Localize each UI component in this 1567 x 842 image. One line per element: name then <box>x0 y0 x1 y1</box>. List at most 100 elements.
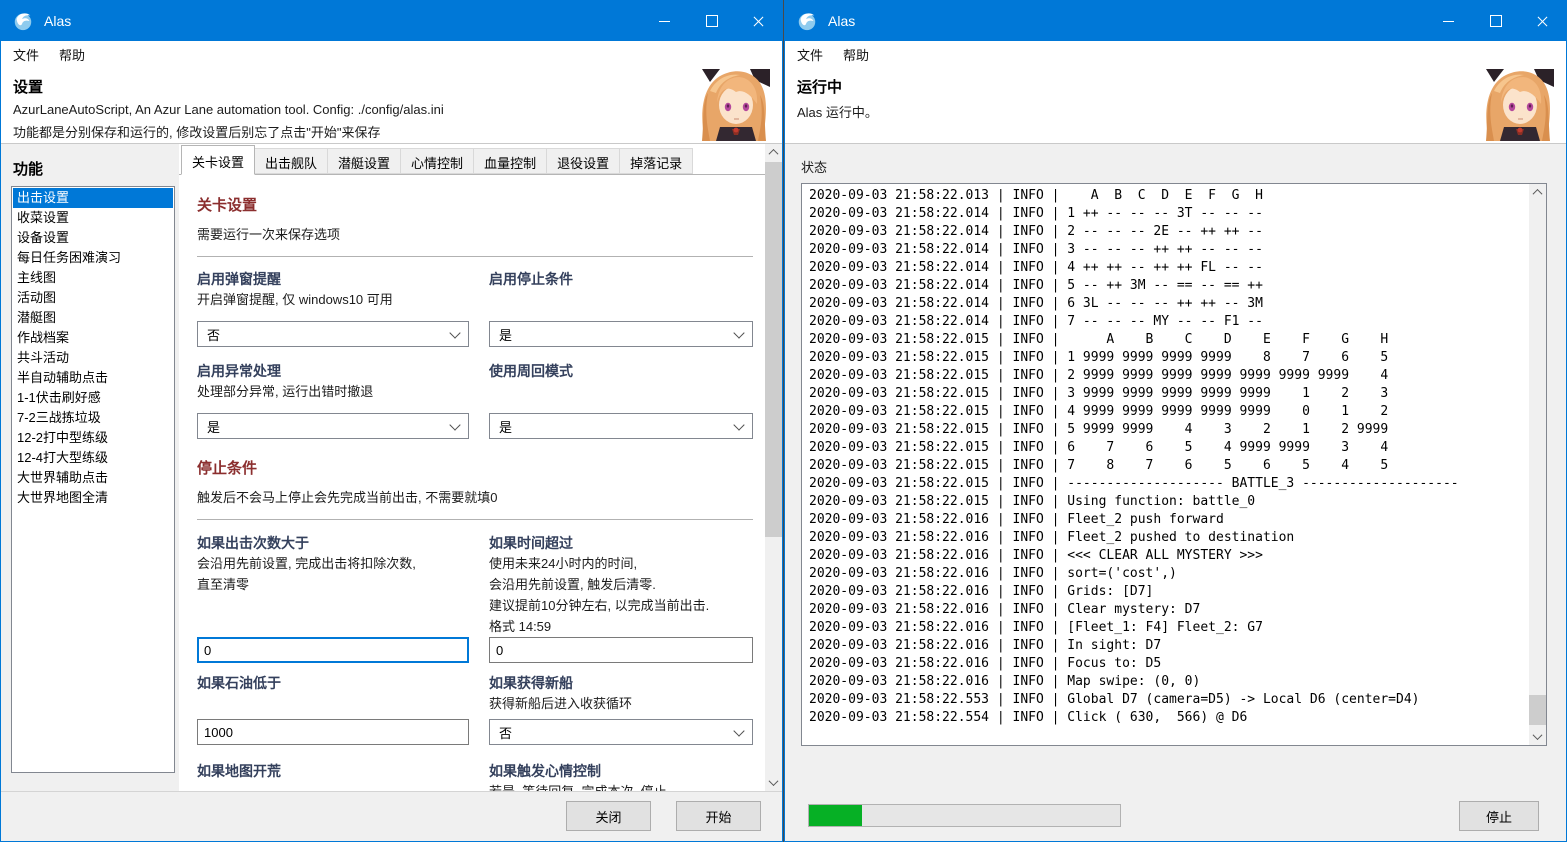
field-stop-condition: 启用停止条件 是 <box>489 269 753 289</box>
scrollbar-thumb[interactable] <box>765 162 782 537</box>
window-header: 设置 AzurLaneAutoScript, An Azur Lane auto… <box>1 68 782 144</box>
status-label: 状态 <box>801 157 827 176</box>
log-line: 2020-09-03 21:58:22.014 | INFO | 5 -- ++… <box>809 277 1526 295</box>
log-line: 2020-09-03 21:58:22.015 | INFO | 7 8 7 6… <box>809 457 1526 475</box>
tab[interactable]: 血量控制 <box>473 148 547 174</box>
field-desc: 处理部分异常, 运行出错时撤退 <box>197 381 469 402</box>
chevron-down-icon <box>449 419 460 430</box>
log-line: 2020-09-03 21:58:22.016 | INFO | Fleet_2… <box>809 511 1526 529</box>
progress-bar <box>808 804 1121 827</box>
log-line: 2020-09-03 21:58:22.014 | INFO | 1 ++ --… <box>809 205 1526 223</box>
field-label: 启用弹窗提醒 <box>197 269 469 289</box>
start-button[interactable]: 开始 <box>676 801 761 831</box>
function-sidebar: 功能 出击设置收菜设置设备设置每日任务困难演习主线图活动图潜艇图作战档案共斗活动… <box>1 144 179 791</box>
sortie-count-input[interactable] <box>197 637 469 663</box>
tab[interactable]: 心情控制 <box>400 148 474 174</box>
function-list[interactable]: 出击设置收菜设置设备设置每日任务困难演习主线图活动图潜艇图作战档案共斗活动半自动… <box>11 186 175 773</box>
sidebar-item[interactable]: 12-2打中型练级 <box>13 428 173 448</box>
log-line: 2020-09-03 21:58:22.015 | INFO | 2 9999 … <box>809 367 1526 385</box>
sidebar-item[interactable]: 12-4打大型练级 <box>13 448 173 468</box>
title-bar[interactable]: Alas <box>1 1 782 41</box>
field-desc: 开启弹窗提醒, 仅 windows10 可用 <box>197 289 469 310</box>
sidebar-item[interactable]: 1-1伏击刷好感 <box>13 388 173 408</box>
scrollbar-thumb[interactable] <box>1529 695 1546 725</box>
sidebar-item[interactable]: 大世界辅助点击 <box>13 468 173 488</box>
field-desc: 会沿用先前设置, 完成出击将扣除次数, 直至清零 <box>197 553 469 595</box>
tab[interactable]: 潜艇设置 <box>327 148 401 174</box>
menu-item[interactable]: 帮助 <box>835 41 877 68</box>
new-ship-select[interactable]: 否 <box>489 719 753 745</box>
log-line: 2020-09-03 21:58:22.553 | INFO | Global … <box>809 691 1526 709</box>
sidebar-item[interactable]: 潜艇图 <box>13 308 173 328</box>
tab-panel: 关卡设置 需要运行一次来保存选项 启用弹窗提醒 开启弹窗提醒, 仅 window… <box>179 174 765 791</box>
window-title: Alas <box>828 13 855 29</box>
close-settings-button[interactable]: 关闭 <box>566 801 651 831</box>
settings-content: 关卡设置出击舰队潜艇设置心情控制血量控制退役设置掉落记录 关卡设置 需要运行一次… <box>179 144 782 791</box>
sidebar-item[interactable]: 半自动辅助点击 <box>13 368 173 388</box>
section-title-stage: 关卡设置 <box>197 194 755 215</box>
sidebar-item[interactable]: 大世界地图全清 <box>13 488 173 508</box>
close-button[interactable] <box>1519 1 1566 41</box>
sidebar-item[interactable]: 出击设置 <box>13 188 173 208</box>
sidebar-item[interactable]: 共斗活动 <box>13 348 173 368</box>
maximize-icon <box>706 15 718 27</box>
scroll-up-arrow-icon[interactable] <box>765 144 782 161</box>
loop-mode-select[interactable]: 是 <box>489 413 753 439</box>
log-scrollbar[interactable] <box>1529 184 1546 745</box>
log-line: 2020-09-03 21:58:22.015 | INFO | -------… <box>809 475 1526 493</box>
sidebar-item[interactable]: 7-2三战拣垃圾 <box>13 408 173 428</box>
minimize-button[interactable] <box>1425 1 1472 41</box>
field-desc: 若是, 等待回复, 完成本次, 停止 <box>489 781 753 791</box>
log-line: 2020-09-03 21:58:22.016 | INFO | sort=('… <box>809 565 1526 583</box>
main-area: 功能 出击设置收菜设置设备设置每日任务困难演习主线图活动图潜艇图作战档案共斗活动… <box>1 144 782 791</box>
menu-item[interactable]: 文件 <box>789 41 831 68</box>
sidebar-item[interactable]: 每日任务困难演习 <box>13 248 173 268</box>
selected-value: 否 <box>207 325 220 344</box>
minimize-icon <box>659 21 670 22</box>
progress-fill <box>809 805 862 826</box>
menu-item[interactable]: 帮助 <box>51 41 93 68</box>
avatar <box>698 69 770 141</box>
settings-scrollbar[interactable] <box>765 144 782 791</box>
field-time-exceed: 如果时间超过 使用未来24小时内的时间, 会沿用先前设置, 触发后清零. 建议提… <box>489 533 753 637</box>
log-output[interactable]: 2020-09-03 21:58:22.013 | INFO | A B C D… <box>801 183 1547 746</box>
selected-value: 是 <box>499 417 512 436</box>
separator <box>197 519 753 520</box>
sidebar-item[interactable]: 活动图 <box>13 288 173 308</box>
sidebar-item[interactable]: 设备设置 <box>13 228 173 248</box>
log-line: 2020-09-03 21:58:22.016 | INFO | [Fleet_… <box>809 619 1526 637</box>
log-line: 2020-09-03 21:58:22.016 | INFO | Fleet_2… <box>809 529 1526 547</box>
tab[interactable]: 退役设置 <box>546 148 620 174</box>
maximize-button[interactable] <box>688 1 735 41</box>
field-label: 如果出击次数大于 <box>197 533 469 553</box>
exception-select[interactable]: 是 <box>197 413 469 439</box>
sidebar-item[interactable]: 收菜设置 <box>13 208 173 228</box>
stop-condition-select[interactable]: 是 <box>489 321 753 347</box>
oil-limit-input[interactable] <box>197 719 469 745</box>
log-line: 2020-09-03 21:58:22.013 | INFO | A B C D… <box>809 187 1526 205</box>
sidebar-item[interactable]: 作战档案 <box>13 328 173 348</box>
scroll-down-arrow-icon[interactable] <box>765 774 782 791</box>
sidebar-heading: 功能 <box>13 158 179 179</box>
title-bar[interactable]: Alas <box>785 1 1566 41</box>
popup-alert-select[interactable]: 否 <box>197 321 469 347</box>
tab[interactable]: 掉落记录 <box>619 148 693 174</box>
maximize-button[interactable] <box>1472 1 1519 41</box>
minimize-icon <box>1443 21 1454 22</box>
sidebar-item[interactable]: 主线图 <box>13 268 173 288</box>
tab[interactable]: 出击舰队 <box>254 148 328 174</box>
status-area: 状态 2020-09-03 21:58:22.013 | INFO | A B … <box>785 144 1566 842</box>
page-title: 运行中 <box>785 68 1566 97</box>
scroll-down-arrow-icon[interactable] <box>1529 728 1546 745</box>
page-title: 设置 <box>1 68 782 97</box>
log-line: 2020-09-03 21:58:22.015 | INFO | Using f… <box>809 493 1526 511</box>
tab[interactable]: 关卡设置 <box>181 145 255 175</box>
stop-button[interactable]: 停止 <box>1459 801 1539 831</box>
scroll-up-arrow-icon[interactable] <box>1529 184 1546 201</box>
time-exceed-input[interactable] <box>489 637 753 663</box>
close-button[interactable] <box>735 1 782 41</box>
minimize-button[interactable] <box>641 1 688 41</box>
field-desc: 获得新船后进入收获循环 <box>489 693 753 714</box>
runner-window: Alas 文件帮助 运行中 Alas 运行中。 <box>784 0 1567 842</box>
menu-item[interactable]: 文件 <box>5 41 47 68</box>
